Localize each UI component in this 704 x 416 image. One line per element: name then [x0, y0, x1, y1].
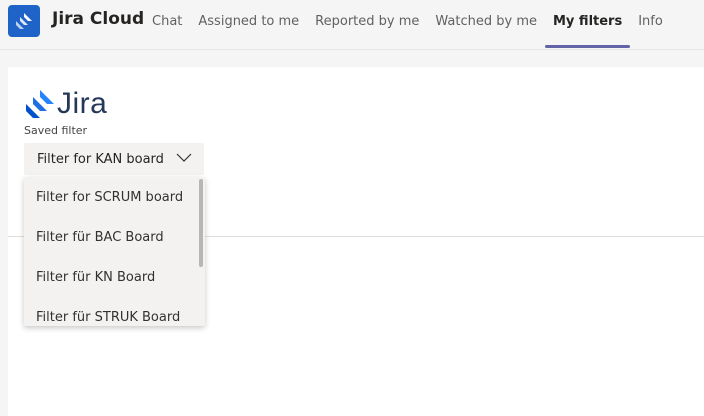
tab-reported-by-me[interactable]: Reported by me [307, 0, 427, 42]
app-title: Jira Cloud [52, 9, 145, 29]
filter-options-list: Filter for SCRUM board Filter für BAC Bo… [24, 177, 205, 326]
tab-bar: Chat Assigned to me Reported by me Watch… [144, 0, 671, 50]
tab-info[interactable]: Info [630, 0, 671, 42]
app-header: Jira Cloud Chat Assigned to me Reported … [0, 0, 704, 50]
tab-chat[interactable]: Chat [144, 0, 190, 42]
jira-logo: Jira [23, 87, 107, 121]
tab-watched-by-me[interactable]: Watched by me [427, 0, 545, 42]
saved-filter-dropdown[interactable]: Filter for KAN board [24, 143, 204, 175]
jira-app-icon[interactable] [8, 5, 40, 37]
chevron-down-icon [176, 153, 192, 162]
tab-my-filters[interactable]: My filters [545, 0, 631, 48]
dropdown-scrollbar[interactable] [199, 179, 203, 267]
filter-option[interactable]: Filter für KN Board [24, 257, 205, 297]
filter-option[interactable]: Filter for SCRUM board [24, 177, 205, 217]
filter-option[interactable]: Filter für BAC Board [24, 217, 205, 257]
content-panel: Jira Saved filter Filter for KAN board F… [8, 67, 704, 416]
tab-assigned-to-me[interactable]: Assigned to me [190, 0, 307, 42]
saved-filter-label: Saved filter [24, 124, 88, 137]
filter-option[interactable]: Filter für STRUK Board [24, 297, 205, 326]
jira-logo-icon [26, 90, 54, 118]
selected-filter-value: Filter for KAN board [37, 151, 164, 167]
jira-wordmark: Jira [57, 87, 108, 120]
